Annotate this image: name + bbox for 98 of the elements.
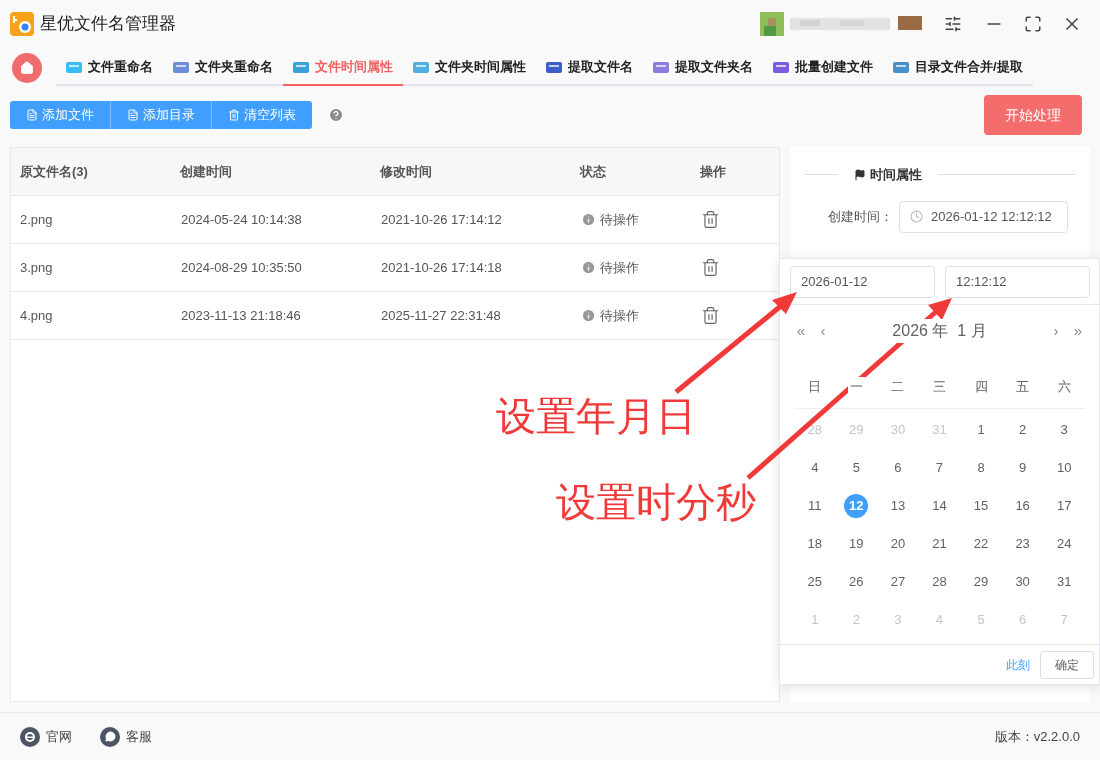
day-cell[interactable]: 2 <box>1010 418 1035 442</box>
folder-icon <box>653 60 669 74</box>
table-cell-text: 2024-08-29 10:35:50 <box>180 258 303 277</box>
day-cell[interactable]: 11 <box>802 494 827 518</box>
column-header: 状态 <box>578 162 607 181</box>
day-cell[interactable]: 30 <box>1010 570 1035 594</box>
status-text: 待操作 <box>600 210 639 229</box>
day-cell[interactable]: 8 <box>969 456 994 480</box>
browser-icon <box>20 726 40 747</box>
day-cell[interactable]: 15 <box>969 494 994 518</box>
day-cell[interactable]: 10 <box>1052 456 1077 480</box>
table-cell-text: 2021-10-26 17:14:12 <box>380 210 503 229</box>
version-text: 版本：v2.2.0.0 <box>994 727 1080 746</box>
day-cell[interactable]: 21 <box>927 532 952 556</box>
tab[interactable]: 提取文件夹名 <box>643 50 763 86</box>
chat-icon <box>100 726 120 747</box>
tab[interactable]: 批量创建文件 <box>763 50 883 86</box>
day-cell[interactable]: 27 <box>885 570 910 594</box>
day-cell[interactable]: 14 <box>927 494 952 518</box>
info-icon <box>581 260 596 275</box>
day-cell[interactable]: 5 <box>844 456 869 480</box>
tab[interactable]: 文件夹重命名 <box>163 50 283 86</box>
flag-icon <box>854 168 866 181</box>
info-icon <box>581 212 596 227</box>
column-header: 操作 <box>699 162 727 181</box>
day-cell[interactable]: 25 <box>802 570 827 594</box>
column-header: 创建时间 <box>179 162 233 181</box>
prev-month-button[interactable]: ‹ <box>816 319 830 343</box>
folder-icon <box>893 60 909 74</box>
section-title: 时间属性 <box>870 166 922 184</box>
day-cell[interactable]: 28 <box>927 570 952 594</box>
maximize-icon[interactable] <box>1024 15 1042 33</box>
date-input[interactable]: 2026-01-12 <box>790 265 935 298</box>
day-cell[interactable]: 3 <box>1052 418 1077 442</box>
day-cell[interactable]: 1 <box>969 418 994 442</box>
table-cell-text: 2023-11-13 21:18:46 <box>180 306 302 325</box>
day-cell[interactable]: 23 <box>1010 532 1035 556</box>
settings-icon[interactable] <box>944 15 962 33</box>
tab[interactable]: 目录文件合并/提取 <box>883 50 1033 86</box>
day-cell[interactable]: 17 <box>1052 494 1077 518</box>
datetime-field[interactable]: 2026-01-12 12:12:12 <box>899 200 1068 233</box>
day-cell[interactable]: 31 <box>1052 570 1077 594</box>
window-title: 星优文件名管理器 <box>40 13 176 36</box>
month-title: 2026 年 1 月 <box>892 319 987 343</box>
next-month-button[interactable]: › <box>1049 319 1063 343</box>
app-logo-icon <box>10 12 34 36</box>
document-icon <box>127 109 139 121</box>
delete-icon[interactable] <box>701 210 720 229</box>
day-cell[interactable]: 18 <box>802 532 827 556</box>
day-cell[interactable]: 20 <box>885 532 910 556</box>
clock-icon <box>910 210 923 223</box>
day-cell[interactable]: 6 <box>885 456 910 480</box>
time-input[interactable]: 12:12:12 <box>945 265 1090 298</box>
folder-icon <box>66 60 82 74</box>
field-label: 创建时间： <box>827 207 894 226</box>
column-header: 修改时间 <box>378 162 433 181</box>
day-cell[interactable]: 7 <box>927 456 952 480</box>
next-year-button[interactable]: » <box>1071 319 1085 343</box>
home-button[interactable] <box>12 53 42 83</box>
annotation-text: 设置时分秒 <box>556 479 756 526</box>
annotation-text: 设置年月日 <box>496 393 696 440</box>
table-cell-text: 2.png <box>19 210 54 229</box>
day-cell[interactable]: 9 <box>1010 456 1035 480</box>
tab[interactable]: 文件夹时间属性 <box>403 50 536 86</box>
tab[interactable]: 文件重命名 <box>56 50 163 86</box>
folder-icon <box>546 60 562 74</box>
day-cell[interactable]: 24 <box>1052 532 1077 556</box>
delete-icon[interactable] <box>701 306 720 325</box>
home-icon <box>20 61 34 75</box>
day-cell[interactable]: 16 <box>1010 494 1035 518</box>
footer-link[interactable]: 官网 <box>20 726 72 747</box>
table-cell-text: 2024-05-24 10:14:38 <box>180 210 303 229</box>
table-cell-text: 2021-10-26 17:14:18 <box>380 258 503 277</box>
day-cell[interactable]: 26 <box>844 570 869 594</box>
status-text: 待操作 <box>600 258 639 277</box>
day-cell[interactable]: 29 <box>969 570 994 594</box>
confirm-button[interactable]: 确定 <box>1040 650 1094 679</box>
help-icon[interactable] <box>328 107 344 123</box>
column-header: 原文件名(3) <box>19 162 89 181</box>
table-cell-text: 3.png <box>19 258 54 277</box>
prev-year-button[interactable]: « <box>794 319 808 343</box>
info-icon <box>581 308 596 323</box>
day-cell[interactable]: 22 <box>969 532 994 556</box>
folder-icon <box>293 60 309 74</box>
delete-icon[interactable] <box>701 258 720 277</box>
trash-icon <box>228 109 240 121</box>
table-cell-text: 4.png <box>19 306 54 325</box>
document-icon <box>26 109 38 121</box>
folder-icon <box>773 60 789 74</box>
table-cell-text: 2025-11-27 22:31:48 <box>380 306 502 325</box>
folder-icon <box>173 60 189 74</box>
status-text: 待操作 <box>600 306 639 325</box>
day-cell[interactable]: 4 <box>802 456 827 480</box>
tab[interactable]: 提取文件名 <box>536 50 643 86</box>
day-cell[interactable]: 13 <box>885 494 910 518</box>
folder-icon <box>413 60 429 74</box>
day-cell[interactable]: 19 <box>844 532 869 556</box>
footer-link[interactable]: 客服 <box>100 726 152 747</box>
